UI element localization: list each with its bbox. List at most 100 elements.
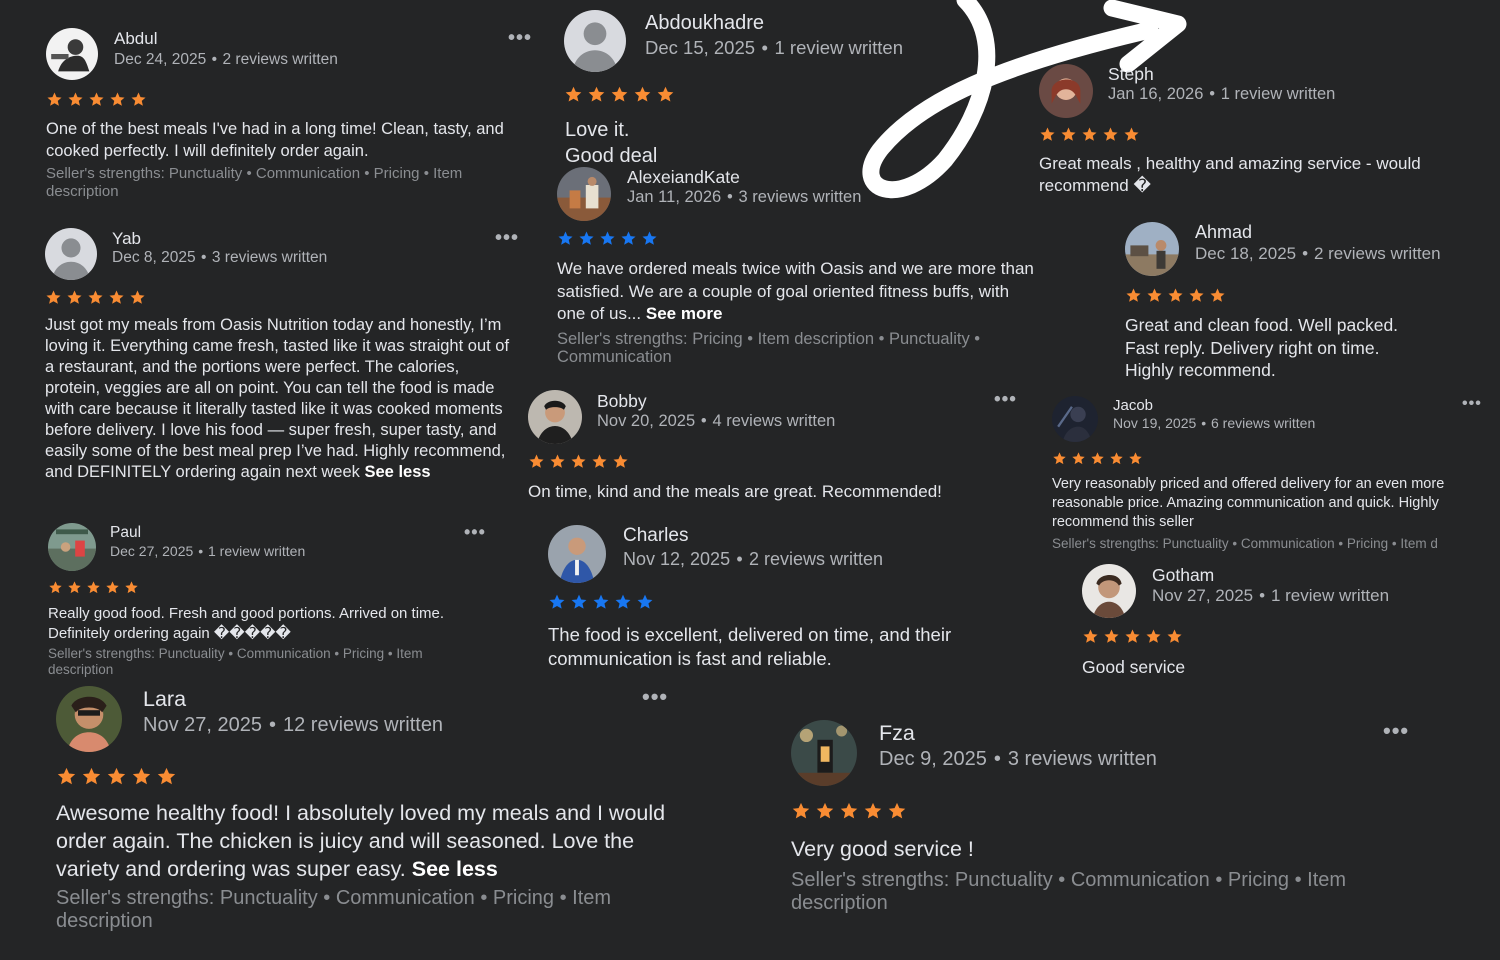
- star-rating: [56, 766, 177, 787]
- review-text: We have ordered meals twice with Oasis a…: [557, 258, 1037, 326]
- review-count: 6 reviews written: [1210, 415, 1316, 431]
- star-icon: [67, 91, 84, 108]
- star-icon: [1166, 628, 1183, 645]
- star-icon: [86, 580, 101, 595]
- reviewer-name[interactable]: Abdul: [114, 29, 157, 49]
- review-line: Great and clean food. Well packed.: [1125, 315, 1399, 335]
- avatar[interactable]: [1039, 64, 1093, 118]
- see-more-link[interactable]: See more: [646, 304, 723, 323]
- star-icon: [66, 289, 83, 306]
- star-icon: [587, 85, 606, 104]
- reviewer-name[interactable]: Gotham: [1152, 565, 1214, 586]
- more-options-icon[interactable]: •••: [508, 28, 532, 48]
- review-body: We have ordered meals twice with Oasis a…: [557, 259, 1034, 323]
- star-icon: [106, 766, 127, 787]
- more-options-icon[interactable]: •••: [464, 523, 486, 541]
- review-meta: Nov 27, 2025 • 12 reviews written: [143, 714, 444, 736]
- review-text: Awesome healthy food! I absolutely loved…: [56, 799, 676, 883]
- review-meta: Dec 27, 2025 • 1 review written: [110, 543, 306, 559]
- reviewer-name[interactable]: Jacob: [1113, 397, 1153, 414]
- star-rating: [791, 801, 907, 821]
- star-icon: [548, 593, 566, 611]
- review-meta: Nov 12, 2025 • 2 reviews written: [623, 549, 884, 569]
- see-less-link[interactable]: See less: [365, 463, 431, 481]
- star-rating: [1082, 628, 1183, 645]
- star-icon: [610, 85, 629, 104]
- star-icon: [56, 766, 77, 787]
- review-count: 2 reviews written: [1313, 244, 1441, 263]
- star-rating: [557, 230, 658, 247]
- review-line: Good deal: [565, 145, 658, 167]
- avatar[interactable]: [528, 390, 582, 444]
- star-icon: [81, 766, 102, 787]
- star-icon: [815, 801, 835, 821]
- star-rating: [1052, 451, 1143, 466]
- review-meta: Jan 16, 2026 • 1 review written: [1108, 85, 1336, 103]
- reviewer-name[interactable]: AlexeiandKate: [627, 167, 740, 188]
- avatar[interactable]: [45, 228, 97, 280]
- avatar[interactable]: [1052, 396, 1098, 442]
- avatar[interactable]: [1125, 222, 1179, 276]
- review-date: Dec 9, 2025: [879, 748, 987, 770]
- see-less-link[interactable]: See less: [412, 857, 498, 881]
- star-icon: [67, 580, 82, 595]
- seller-strengths: Seller's strengths: Pricing • Item descr…: [557, 330, 981, 366]
- more-options-icon[interactable]: •••: [642, 686, 668, 708]
- star-icon: [131, 766, 152, 787]
- review-text: Good service: [1082, 657, 1186, 677]
- review-count: 3 reviews written: [211, 249, 328, 266]
- star-icon: [528, 453, 545, 470]
- review-count: 3 reviews written: [1007, 748, 1157, 770]
- star-icon: [620, 230, 637, 247]
- star-rating: [48, 580, 139, 595]
- review-date: Jan 16, 2026: [1108, 85, 1204, 103]
- star-icon: [1125, 287, 1142, 304]
- star-icon: [1124, 628, 1141, 645]
- review-meta: Dec 15, 2025 • 1 review written: [645, 37, 903, 58]
- reviewer-name[interactable]: Steph: [1108, 64, 1154, 85]
- star-icon: [48, 580, 63, 595]
- star-icon: [130, 91, 147, 108]
- avatar[interactable]: [791, 720, 857, 786]
- star-icon: [614, 593, 632, 611]
- review-count: 1 review written: [207, 543, 306, 559]
- review-line: Love it.: [565, 119, 630, 141]
- reviewer-name[interactable]: Ahmad: [1195, 222, 1252, 243]
- avatar[interactable]: [48, 523, 96, 571]
- more-options-icon[interactable]: •••: [1383, 720, 1409, 742]
- star-icon: [1039, 126, 1056, 143]
- review-date: Dec 24, 2025: [114, 51, 207, 68]
- avatar[interactable]: [1082, 564, 1136, 618]
- reviewer-name[interactable]: Yab: [112, 229, 141, 249]
- reviewer-name[interactable]: Abdoukhadre: [645, 12, 764, 35]
- reviewer-name[interactable]: Paul: [110, 524, 141, 542]
- seller-strengths: Seller's strengths: Punctuality • Commun…: [791, 869, 1347, 914]
- avatar[interactable]: [564, 10, 626, 72]
- star-icon: [887, 801, 907, 821]
- review-count: 4 reviews written: [712, 412, 836, 430]
- review-count: 1 review written: [1270, 586, 1390, 605]
- star-icon: [570, 453, 587, 470]
- review-text: Very good service !: [791, 837, 974, 861]
- seller-strengths: Seller's strengths: Punctuality • Commun…: [56, 887, 612, 932]
- review-line: Highly recommend.: [1125, 360, 1276, 380]
- star-icon: [641, 230, 658, 247]
- reviewer-name[interactable]: Charles: [623, 525, 688, 547]
- star-icon: [656, 85, 675, 104]
- avatar[interactable]: [548, 525, 606, 583]
- star-icon: [1167, 287, 1184, 304]
- reviewer-name[interactable]: Bobby: [597, 391, 647, 412]
- more-options-icon[interactable]: •••: [495, 228, 519, 248]
- reviewer-name[interactable]: Fza: [879, 721, 915, 746]
- reviewer-name[interactable]: Lara: [143, 687, 186, 712]
- avatar[interactable]: [46, 28, 98, 80]
- avatar[interactable]: [557, 167, 611, 221]
- more-options-icon[interactable]: •••: [994, 390, 1017, 409]
- star-icon: [1071, 451, 1086, 466]
- seller-strengths: Seller's strengths: Punctuality • Commun…: [48, 646, 423, 677]
- star-rating: [45, 289, 146, 306]
- avatar[interactable]: [56, 686, 122, 752]
- more-options-icon[interactable]: •••: [1462, 396, 1482, 412]
- review-date: Dec 18, 2025: [1195, 244, 1297, 263]
- star-rating: [528, 453, 629, 470]
